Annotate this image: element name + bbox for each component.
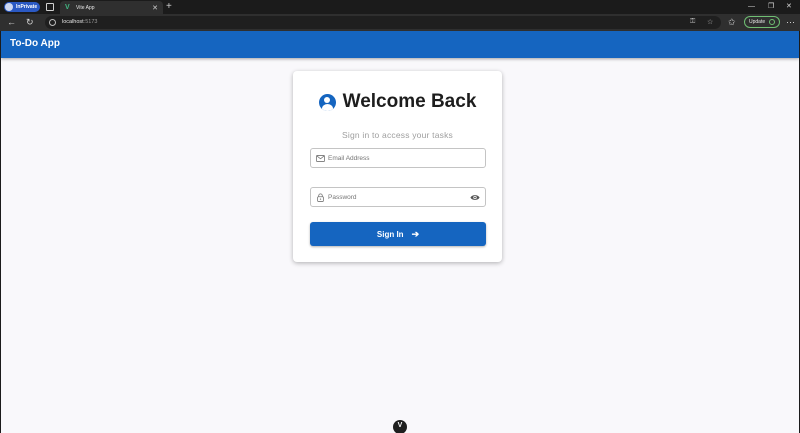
- browser-tab-bar: InPrivate V Vite App ✕ + — ❐ ✕: [0, 0, 800, 14]
- email-field[interactable]: [310, 148, 486, 168]
- page-title: Welcome Back: [342, 91, 477, 112]
- app-bar: To-Do App: [1, 31, 799, 58]
- tab-close-icon[interactable]: ✕: [152, 4, 158, 12]
- window-close-icon[interactable]: ✕: [786, 1, 792, 13]
- maximize-icon[interactable]: ❐: [768, 1, 774, 13]
- browser-nav-bar: ← ↻ localhost:5173 ⚿ ☆ ✩ Update ⋯: [0, 14, 800, 31]
- login-heading: Welcome Back: [293, 91, 502, 113]
- lock-icon: [317, 193, 324, 202]
- login-subtitle: Sign in to access your tasks: [342, 130, 453, 140]
- profile-avatar-icon: [5, 3, 13, 11]
- tab-title: Vite App: [76, 4, 95, 11]
- password-field[interactable]: [310, 187, 486, 207]
- email-input[interactable]: [328, 151, 468, 165]
- new-tab-icon[interactable]: +: [166, 1, 172, 13]
- collections-icon[interactable]: ✩: [728, 17, 736, 27]
- password-input[interactable]: [328, 190, 468, 204]
- login-card: Welcome Back Sign in to access your task…: [293, 71, 502, 262]
- address-bar[interactable]: localhost:5173 ⚿ ☆: [45, 16, 721, 29]
- inprivate-label: InPrivate: [16, 4, 38, 10]
- site-info-icon[interactable]: [49, 19, 56, 26]
- tab-actions-icon[interactable]: [46, 3, 54, 11]
- update-label: Update: [749, 19, 766, 25]
- mail-icon: [316, 155, 325, 162]
- url-port: :5173: [83, 19, 98, 25]
- favorite-star-icon[interactable]: ☆: [707, 18, 713, 26]
- url-host: localhost: [62, 19, 84, 25]
- update-button[interactable]: Update: [744, 16, 780, 28]
- arrow-right-icon: ➔: [411, 228, 420, 239]
- app-title: To-Do App: [10, 38, 60, 49]
- visibility-eye-icon[interactable]: [470, 193, 480, 202]
- tab-vite-app[interactable]: V Vite App ✕: [60, 1, 163, 14]
- reload-icon[interactable]: ↻: [26, 17, 34, 27]
- sign-in-button[interactable]: Sign In ➔: [310, 222, 486, 246]
- back-icon[interactable]: ←: [7, 17, 16, 27]
- url-text: localhost:5173: [62, 19, 97, 25]
- vite-favicon-icon: V: [65, 4, 70, 11]
- account-circle-icon: [318, 93, 336, 111]
- minimize-icon[interactable]: —: [748, 1, 755, 13]
- sign-in-label: Sign In: [376, 229, 404, 239]
- app-viewport: To-Do App Welcome Back Sign in to access…: [1, 31, 799, 433]
- update-status-icon: [769, 19, 776, 25]
- more-menu-icon[interactable]: ⋯: [786, 17, 795, 27]
- vue-devtools-icon[interactable]: V: [393, 420, 407, 433]
- key-icon[interactable]: ⚿: [690, 18, 695, 26]
- inprivate-badge[interactable]: InPrivate: [4, 2, 40, 12]
